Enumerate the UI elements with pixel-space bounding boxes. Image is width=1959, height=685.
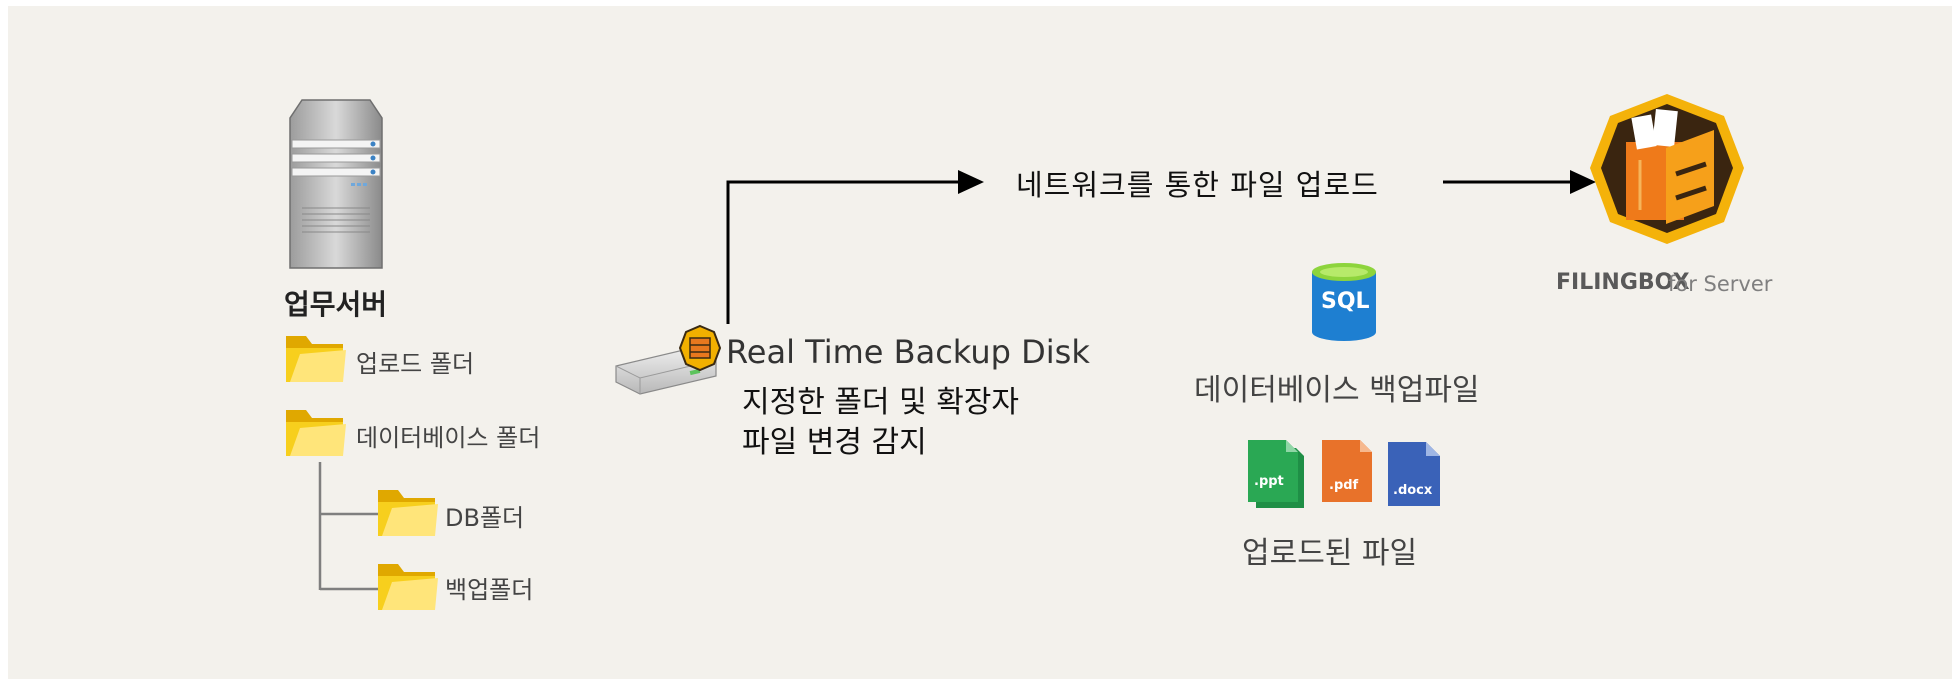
uploaded-files-label: 업로드된 파일 — [1242, 536, 1418, 571]
folder-icon-db — [378, 490, 438, 536]
network-arrow — [726, 170, 984, 324]
server-label: 업무서버 — [284, 288, 388, 321]
upload-arrow — [1443, 170, 1596, 194]
folder-label-upload: 업로드 폴더 — [356, 350, 475, 378]
folder-label-database: 데이터베이스 폴더 — [356, 424, 541, 452]
filingbox-small-icon — [678, 324, 722, 372]
filingbox-logo-icon — [1590, 94, 1744, 244]
folder-icon-upload — [286, 336, 346, 382]
brand-suffix: for Server — [1668, 272, 1773, 296]
disk-detect-description: 지정한 폴더 및 확장자 파일 변경 감지 — [742, 385, 1020, 460]
database-backup-label: 데이터베이스 백업파일 — [1194, 373, 1480, 408]
network-upload-label: 네트워크를 통한 파일 업로드 — [1016, 168, 1379, 202]
sql-icon-text: SQL — [1321, 289, 1370, 314]
folder-icon-backup — [378, 564, 438, 610]
disk-label: Real Time Backup Disk — [726, 333, 1090, 371]
folder-tree-connector — [318, 462, 378, 591]
folder-icon-database — [286, 410, 346, 456]
folder-label-db: DB폴더 — [445, 504, 525, 532]
folder-label-backup: 백업폴더 — [445, 576, 534, 604]
ppt-ext-label: .ppt — [1254, 474, 1284, 489]
pdf-ext-label: .pdf — [1329, 478, 1359, 493]
server-icon — [289, 99, 383, 269]
docx-ext-label: .docx — [1393, 483, 1433, 498]
